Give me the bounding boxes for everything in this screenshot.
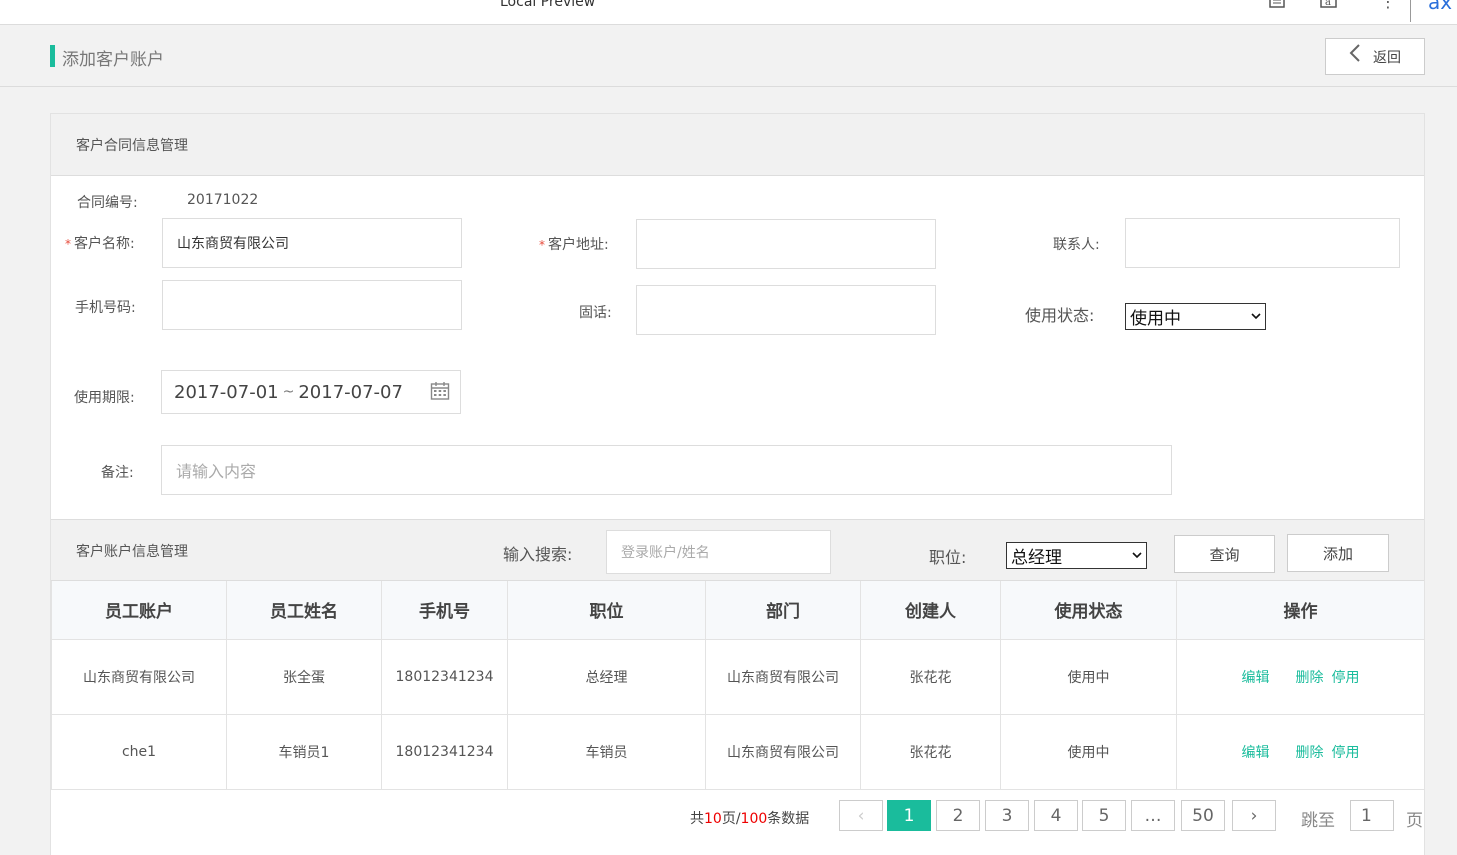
edit-link[interactable]: 编辑 [1242, 670, 1270, 686]
cell-name: 张全蛋 [226, 638, 382, 715]
accounts-section-header: 客户账户信息管理 输入搜索: 登录账户/姓名 职位: 总经理 查询 添加 [51, 519, 1424, 581]
customer-name-input[interactable]: 山东商贸有限公司 [162, 218, 462, 268]
page-ellipsis[interactable]: … [1131, 800, 1175, 831]
font-icon[interactable]: a [1320, 0, 1338, 13]
address-label: * 客户地址: [539, 237, 609, 253]
position-select-value: 总经理 [1011, 548, 1062, 568]
back-button[interactable]: 返回 [1325, 38, 1425, 75]
cell-account: 山东商贸有限公司 [51, 638, 227, 715]
column-header-dept: 部门 [705, 581, 861, 640]
window-topbar: Local Preview a ⋮ ax [0, 0, 1457, 25]
column-header-position: 职位 [507, 581, 706, 640]
contract-no-value: 20171022 [187, 192, 259, 208]
prev-page-button[interactable]: ‹ [839, 800, 883, 831]
delete-link[interactable]: 删除 [1296, 745, 1324, 761]
period-label: 使用期限: [74, 390, 135, 406]
column-header-name: 员工姓名 [226, 581, 382, 640]
disable-link[interactable]: 停用 [1332, 745, 1360, 761]
cell-dept: 山东商贸有限公司 [705, 638, 861, 715]
cell-actions: 编辑 删除 停用 [1176, 638, 1425, 715]
contact-label: 联系人: [1053, 237, 1100, 253]
divider [1410, 0, 1411, 22]
contract-section-title: 客户合同信息管理 [76, 138, 188, 154]
mobile-label: 手机号码: [75, 300, 136, 316]
customer-name-label: * 客户名称: [65, 236, 135, 252]
cell-actions: 编辑 删除 停用 [1176, 713, 1425, 790]
more-icon[interactable]: ⋮ [1380, 0, 1396, 11]
query-button[interactable]: 查询 [1174, 535, 1275, 573]
page-button-3[interactable]: 3 [985, 800, 1029, 831]
accounts-table: 员工账户 员工姓名 手机号 职位 部门 创建人 使用状态 操作 山东商贸有限公司… [51, 581, 1425, 790]
title-accent-bar [50, 45, 55, 67]
pagination: 共10页/100条数据 ‹ 1 2 3 4 5 … 50 › 跳至 1 页 [51, 800, 1424, 840]
page-title: 添加客户账户 [62, 50, 164, 70]
phone-label: 固话: [579, 305, 612, 321]
column-header-actions: 操作 [1176, 581, 1425, 640]
phone-input[interactable] [636, 285, 936, 335]
contact-input[interactable] [1125, 218, 1400, 268]
cell-position: 车销员 [507, 713, 706, 790]
page-button-4[interactable]: 4 [1034, 800, 1078, 831]
cell-position: 总经理 [507, 638, 706, 715]
contract-no-label: 合同编号: [77, 195, 138, 211]
page-button-50[interactable]: 50 [1181, 800, 1225, 831]
address-input[interactable] [636, 219, 936, 269]
jump-label: 跳至 [1301, 811, 1335, 831]
back-button-label: 返回 [1373, 49, 1401, 66]
chevron-down-icon [1251, 310, 1261, 323]
accounts-section-title: 客户账户信息管理 [76, 544, 188, 560]
delete-link[interactable]: 删除 [1296, 670, 1324, 686]
page-button-1[interactable]: 1 [887, 800, 931, 831]
status-select[interactable]: 使用中 [1125, 303, 1266, 330]
window-title: Local Preview [500, 0, 596, 10]
table-row: 山东商贸有限公司 张全蛋 18012341234 总经理 山东商贸有限公司 张花… [51, 638, 1425, 715]
app-logo-icon: ax [1428, 0, 1453, 14]
table-row: che1 车销员1 18012341234 车销员 山东商贸有限公司 张花花 使… [51, 713, 1425, 790]
mobile-input[interactable] [162, 280, 462, 330]
search-label: 输入搜索: [503, 545, 573, 564]
period-separator: ~ [282, 384, 295, 400]
search-input[interactable]: 登录账户/姓名 [606, 530, 831, 574]
chevron-down-icon [1132, 549, 1142, 562]
page-button-2[interactable]: 2 [936, 800, 980, 831]
next-page-button[interactable]: › [1232, 800, 1276, 831]
svg-text:a: a [1325, 0, 1331, 8]
cell-phone: 18012341234 [381, 713, 508, 790]
pagination-summary: 共10页/100条数据 [690, 811, 810, 827]
page-header: 添加客户账户 返回 [0, 26, 1457, 87]
status-select-value: 使用中 [1130, 309, 1181, 329]
disable-link[interactable]: 停用 [1332, 670, 1360, 686]
document-icon[interactable] [1268, 0, 1286, 13]
column-header-status: 使用状态 [1000, 581, 1177, 640]
chevron-left-icon [1349, 43, 1361, 68]
remark-input[interactable]: 请输入内容 [161, 445, 1172, 495]
contract-section-header: 客户合同信息管理 [51, 114, 1424, 176]
jump-unit-label: 页 [1406, 811, 1423, 831]
position-label: 职位: [929, 548, 967, 567]
cell-status: 使用中 [1000, 713, 1177, 790]
period-start: 2017-07-01 [174, 381, 279, 403]
cell-dept: 山东商贸有限公司 [705, 713, 861, 790]
remark-label: 备注: [101, 465, 134, 481]
calendar-icon[interactable] [430, 381, 450, 406]
position-select[interactable]: 总经理 [1006, 542, 1147, 569]
period-end: 2017-07-07 [298, 381, 403, 403]
page-button-5[interactable]: 5 [1082, 800, 1126, 831]
status-label: 使用状态: [1025, 306, 1095, 325]
cell-account: che1 [51, 713, 227, 790]
edit-link[interactable]: 编辑 [1242, 745, 1270, 761]
column-header-account: 员工账户 [51, 581, 227, 640]
period-date-range[interactable]: 2017-07-01 ~ 2017-07-07 [161, 370, 461, 414]
main-panel: 客户合同信息管理 合同编号: 20171022 * 客户名称: 山东商贸有限公司 … [50, 113, 1425, 855]
cell-name: 车销员1 [226, 713, 382, 790]
cell-status: 使用中 [1000, 638, 1177, 715]
jump-page-input[interactable]: 1 [1350, 800, 1394, 831]
column-header-creator: 创建人 [860, 581, 1001, 640]
add-button[interactable]: 添加 [1287, 534, 1389, 572]
table-header-row: 员工账户 员工姓名 手机号 职位 部门 创建人 使用状态 操作 [51, 581, 1425, 640]
cell-creator: 张花花 [860, 713, 1001, 790]
cell-phone: 18012341234 [381, 638, 508, 715]
cell-creator: 张花花 [860, 638, 1001, 715]
column-header-phone: 手机号 [381, 581, 508, 640]
